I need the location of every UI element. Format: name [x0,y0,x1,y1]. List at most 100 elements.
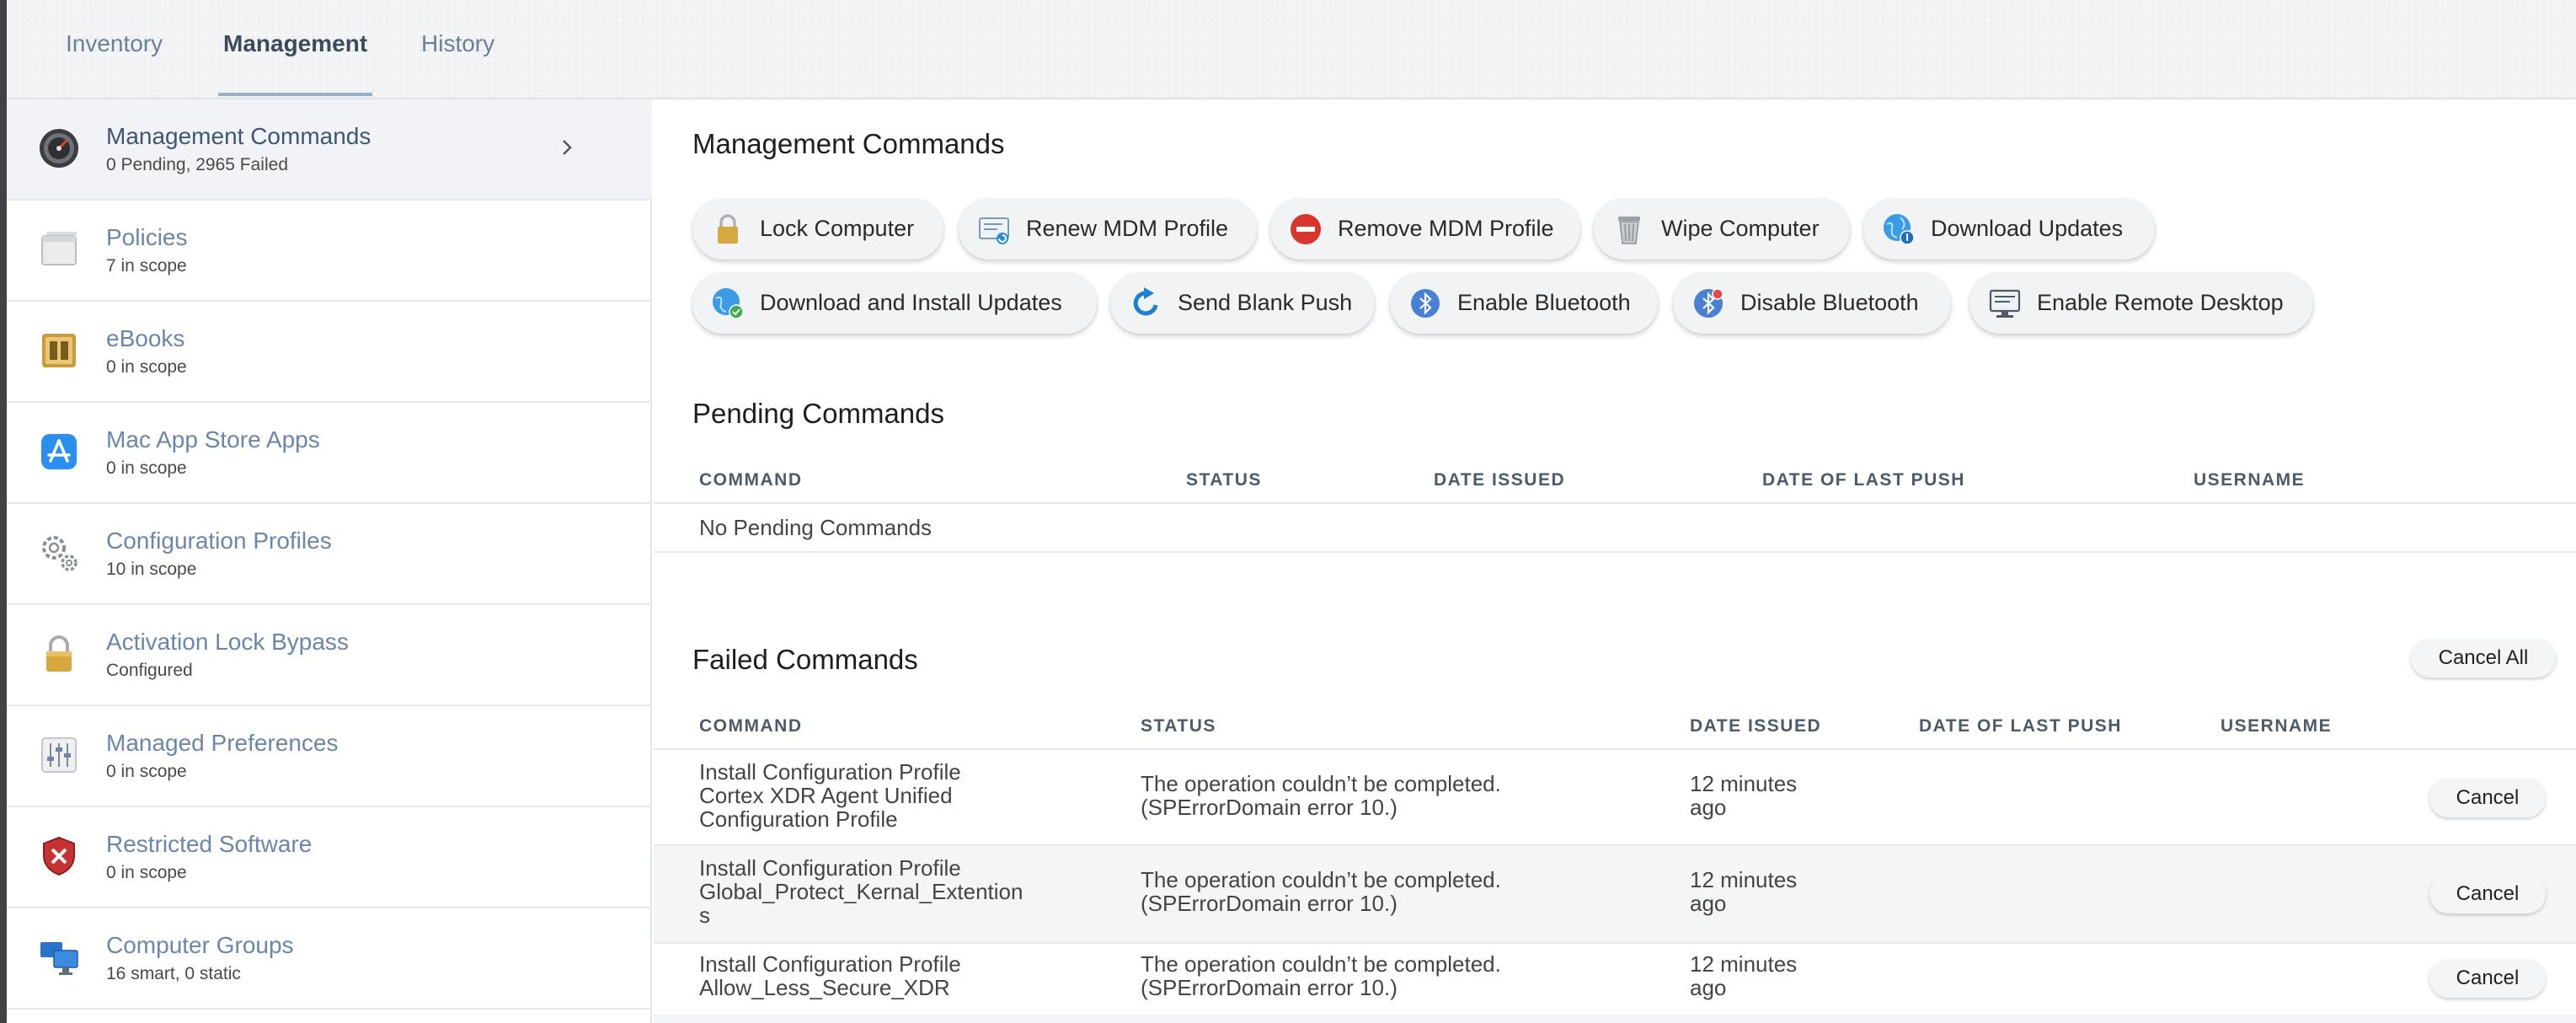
globe-check-icon [713,288,744,319]
lock-computer-button[interactable]: Lock Computer [692,199,943,260]
column-header-status[interactable]: STATUS [1186,470,1262,490]
window-edge [0,0,7,1023]
date-issued: ago [1690,795,1727,820]
column-header-status[interactable]: STATUS [1141,716,1216,736]
button-label: Enable Bluetooth [1457,290,1631,315]
refresh-arrow-icon [1133,287,1158,316]
renew-mdm-profile-button[interactable]: Renew MDM Profile [959,199,1257,260]
sidebar-item-label: Activation Lock Bypass [106,629,349,655]
app-store-icon [41,434,77,469]
sliders-icon [41,737,77,773]
column-header-date-of-last-push[interactable]: DATE OF LAST PUSH [1919,716,2122,736]
sidebar-item-activation-lock-bypass[interactable]: Activation Lock Bypass Configured [7,605,652,706]
column-header-date-of-last-push[interactable]: DATE OF LAST PUSH [1762,470,1965,490]
command-line: s [699,902,710,928]
sidebar-item-mac-app-store-apps[interactable]: Mac App Store Apps 0 in scope [7,403,652,504]
chevron-right-icon [563,140,572,155]
command-line: Install Configuration Profile [699,759,961,785]
tab-management[interactable]: Management [217,30,373,98]
gauge-icon [40,129,78,168]
button-label: Disable Bluetooth [1740,290,1919,315]
cancel-button[interactable]: Cancel [2429,959,2546,998]
enable-bluetooth-button[interactable]: Enable Bluetooth [1390,273,1658,334]
status-text: (SPErrorDomain error 10.) [1141,891,1398,916]
remote-desktop-icon [1989,289,2021,318]
column-header-date-issued[interactable]: DATE ISSUED [1434,470,1565,490]
sidebar-item-label: Computer Groups [106,932,294,958]
sidebar-item-sublabel: 0 in scope [106,458,187,478]
section-title-pending-commands: Pending Commands [692,398,944,429]
empty-table-message: No Pending Commands [699,515,933,540]
main-panel: Management Commands Lock Computer Renew … [654,99,2576,1023]
command-line: Cortex XDR Agent Unified [699,783,953,808]
button-label: Wipe Computer [1661,216,1820,241]
sidebar-item-configuration-profiles[interactable]: Configuration Profiles 10 in scope [7,504,652,605]
button-label: Lock Computer [760,216,915,241]
send-blank-push-button[interactable]: Send Blank Push [1110,273,1375,334]
sidebar-item-sublabel: 7 in scope [106,256,187,276]
trash-icon [1618,217,1640,244]
status-text: The operation couldn’t be completed. [1141,867,1501,892]
wipe-computer-button[interactable]: Wipe Computer [1594,199,1850,260]
column-header-username[interactable]: USERNAME [2194,470,2305,490]
cancel-all-button[interactable]: Cancel All [2411,639,2556,678]
sidebar-item-sublabel: 10 in scope [106,560,197,579]
sidebar-item-sublabel: 0 Pending, 2965 Failed [106,155,288,174]
button-label: Send Blank Push [1178,290,1353,315]
window-icon [41,232,77,265]
sidebar-item-restricted-software[interactable]: Restricted Software 0 in scope [7,807,652,908]
command-line: Allow_Less_Secure_XDR [699,975,950,1000]
sidebar-item-label: Management Commands [106,123,371,149]
button-label: Download and Install Updates [760,290,1062,315]
divider [654,748,2576,750]
divider [654,502,2576,504]
download-updates-button[interactable]: Download Updates [1863,199,2155,260]
table-row-background [654,1015,2576,1023]
sidebar-item-managed-preferences[interactable]: Managed Preferences 0 in scope [7,706,652,807]
status-text: (SPErrorDomain error 10.) [1141,795,1398,820]
disable-bluetooth-button[interactable]: Disable Bluetooth [1673,273,1951,334]
column-header-username[interactable]: USERNAME [2221,716,2332,736]
sidebar: Management Commands 0 Pending, 2965 Fail… [7,99,652,1023]
column-header-date-issued[interactable]: DATE ISSUED [1690,716,1821,736]
cancel-button[interactable]: Cancel [2429,779,2546,817]
button-label: Download Updates [1931,216,2124,241]
sidebar-item-sublabel: 0 in scope [106,863,187,882]
sidebar-item-label: eBooks [106,325,185,351]
download-and-install-updates-button[interactable]: Download and Install Updates [692,273,1097,334]
tab-history[interactable]: History [421,30,494,98]
column-header-command[interactable]: COMMAND [699,716,802,736]
tab-inventory[interactable]: Inventory [66,30,163,98]
date-issued: 12 minutes [1690,867,1798,892]
padlock-icon [718,214,738,244]
bluetooth-icon [1411,289,1440,318]
cancel-button[interactable]: Cancel [2429,875,2546,913]
sidebar-item-sublabel: Configured [106,661,193,680]
sidebar-item-ebooks[interactable]: eBooks 0 in scope [7,302,652,403]
tab-bar [7,0,2576,99]
sidebar-item-sublabel: 0 in scope [106,357,187,377]
sidebar-item-label: Policies [106,224,188,250]
enable-remote-desktop-button[interactable]: Enable Remote Desktop [1969,273,2313,334]
command-line: Global_Protect_Kernal_Extention [699,879,1023,904]
remove-mdm-profile-button[interactable]: Remove MDM Profile [1270,199,1580,260]
divider [654,942,2576,944]
command-line: Configuration Profile [699,806,898,832]
command-line: Install Configuration Profile [699,855,961,881]
sidebar-item-label: Mac App Store Apps [106,426,320,453]
sidebar-item-management-commands[interactable]: Management Commands 0 Pending, 2965 Fail… [7,99,652,201]
sidebar-item-policies[interactable]: Policies 7 in scope [7,201,652,302]
certificate-renew-icon [979,217,1009,244]
column-header-command[interactable]: COMMAND [699,470,802,490]
section-title-management-commands: Management Commands [692,128,1005,159]
bluetooth-off-icon [1694,288,1724,318]
sidebar-item-sublabel: 0 in scope [106,762,187,781]
status-text: The operation couldn’t be completed. [1141,951,1501,977]
divider [654,551,2576,553]
book-icon [42,334,76,367]
sidebar-item-label: Restricted Software [106,831,313,857]
date-issued: ago [1690,975,1727,1000]
sidebar-item-computer-groups[interactable]: Computer Groups 16 smart, 0 static [7,908,652,1010]
sidebar-item-sublabel: 16 smart, 0 static [106,964,241,983]
command-line: Install Configuration Profile [699,951,961,977]
